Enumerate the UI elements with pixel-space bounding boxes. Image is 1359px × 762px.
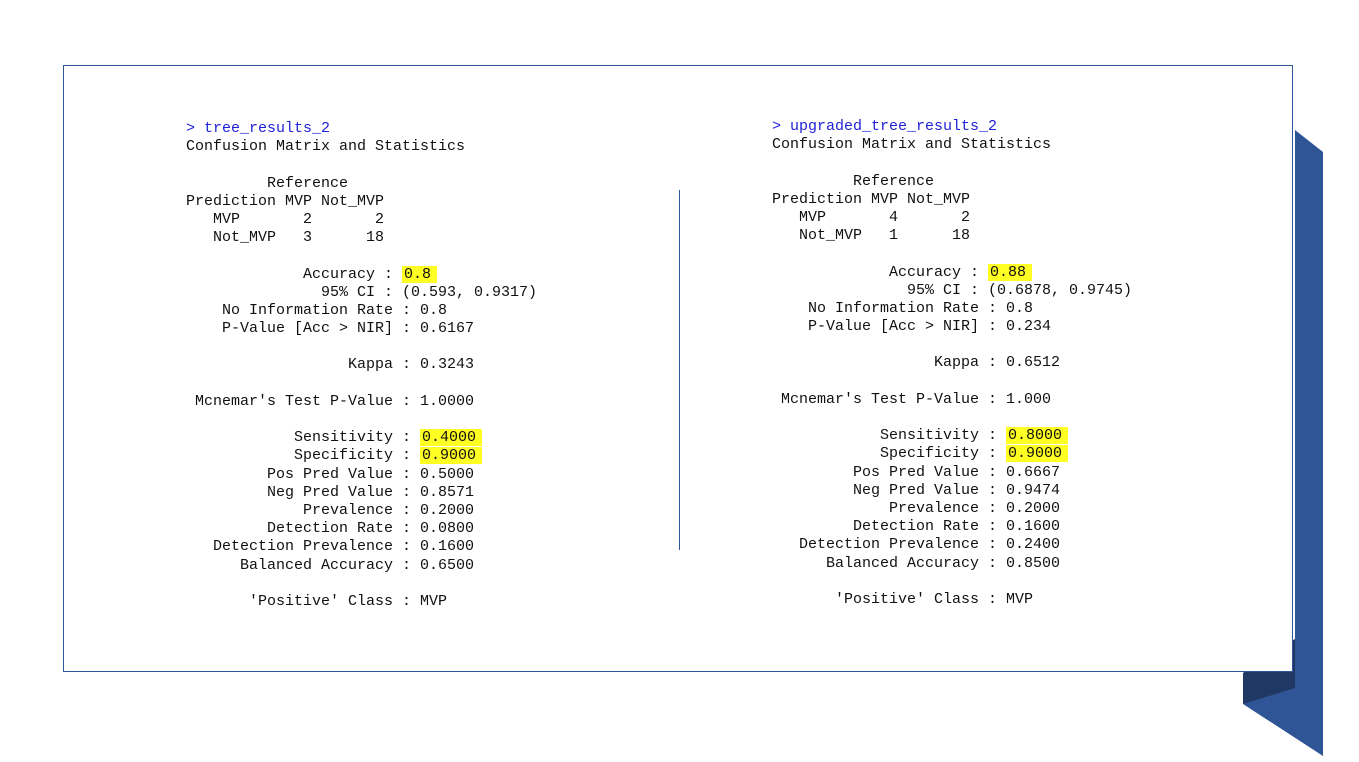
specificity-label: Specificity : — [186, 447, 421, 465]
neg-pred-line: Neg Pred Value : 0.8571 — [186, 483, 475, 501]
accuracy-label: Accuracy : — [186, 265, 403, 283]
accuracy-line: Accuracy : 0.8 — [186, 265, 537, 284]
prevalence-line: Prevalence : 0.2000 — [186, 501, 475, 519]
prevalence-line: Prevalence : 0.2000 — [772, 499, 1061, 517]
positive-class-line: 'Positive' Class : MVP — [186, 592, 448, 610]
specificity-line: Specificity : 0.9000 — [772, 445, 1132, 463]
nir-line: No Information Rate : 0.8 — [772, 299, 1034, 317]
console-output-left: > tree_results_2 Confusion Matrix and Sta… — [186, 120, 537, 611]
accuracy-value-highlighted: 0.88 — [988, 263, 1033, 281]
accuracy-value-highlighted: 0.8 — [402, 265, 438, 283]
pos-pred-line: Pos Pred Value : 0.6667 — [772, 463, 1061, 481]
pvalue-line: P-Value [Acc > NIR] : 0.234 — [772, 318, 1052, 336]
ci-line: 95% CI : (0.6878, 0.9745) — [772, 281, 1133, 299]
detection-prevalence-line: Detection Prevalence : 0.1600 — [186, 538, 475, 556]
balanced-accuracy-line: Balanced Accuracy : 0.8500 — [772, 554, 1061, 572]
matrix-column-header: Prediction MVP Not_MVP — [186, 192, 385, 210]
pos-pred-line: Pos Pred Value : 0.5000 — [186, 465, 475, 483]
kappa-line: Kappa : 0.6512 — [772, 354, 1061, 372]
ci-line: 95% CI : (0.593, 0.9317) — [186, 283, 538, 301]
sensitivity-line: Sensitivity : 0.8000 — [772, 427, 1132, 445]
positive-class-line: 'Positive' Class : MVP — [772, 590, 1034, 608]
specificity-line: Specificity : 0.9000 — [186, 447, 537, 465]
matrix-column-header: Prediction MVP Not_MVP — [772, 190, 971, 208]
matrix-row-mvp: MVP 4 2 — [772, 208, 971, 226]
specificity-value-highlighted: 0.9000 — [1006, 445, 1069, 463]
vertical-divider — [679, 190, 680, 550]
console-command: > tree_results_2 — [186, 120, 331, 137]
detection-rate-line: Detection Rate : 0.0800 — [186, 520, 475, 538]
console-command: > upgraded_tree_results_2 — [772, 118, 998, 135]
kappa-line: Kappa : 0.3243 — [186, 356, 475, 374]
balanced-accuracy-line: Balanced Accuracy : 0.6500 — [186, 556, 475, 574]
pvalue-line: P-Value [Acc > NIR] : 0.6167 — [186, 320, 475, 338]
specificity-label: Specificity : — [772, 445, 1007, 463]
sensitivity-label: Sensitivity : — [186, 429, 421, 447]
output-title: Confusion Matrix and Statistics — [772, 136, 1052, 154]
matrix-reference-header: Reference — [186, 174, 349, 192]
detection-rate-line: Detection Rate : 0.1600 — [772, 518, 1061, 536]
output-title: Confusion Matrix and Statistics — [186, 138, 466, 156]
console-output-right: > upgraded_tree_results_2 Confusion Matri… — [772, 118, 1132, 609]
sensitivity-line: Sensitivity : 0.4000 — [186, 429, 537, 447]
matrix-row-not-mvp: Not_MVP 3 18 — [186, 229, 385, 247]
matrix-row-mvp: MVP 2 2 — [186, 210, 385, 228]
accuracy-line: Accuracy : 0.88 — [772, 263, 1132, 282]
sensitivity-value-highlighted: 0.8000 — [1006, 427, 1069, 445]
matrix-row-not-mvp: Not_MVP 1 18 — [772, 227, 971, 245]
matrix-reference-header: Reference — [772, 172, 935, 190]
mcnemar-line: Mcnemar's Test P-Value : 1.0000 — [186, 392, 475, 410]
accuracy-label: Accuracy : — [772, 263, 989, 281]
sensitivity-value-highlighted: 0.4000 — [420, 429, 483, 447]
neg-pred-line: Neg Pred Value : 0.9474 — [772, 481, 1061, 499]
content-panel: > tree_results_2 Confusion Matrix and Sta… — [63, 65, 1293, 672]
specificity-value-highlighted: 0.9000 — [420, 447, 483, 465]
mcnemar-line: Mcnemar's Test P-Value : 1.000 — [772, 390, 1052, 408]
detection-prevalence-line: Detection Prevalence : 0.2400 — [772, 536, 1061, 554]
sensitivity-label: Sensitivity : — [772, 427, 1007, 445]
nir-line: No Information Rate : 0.8 — [186, 301, 448, 319]
